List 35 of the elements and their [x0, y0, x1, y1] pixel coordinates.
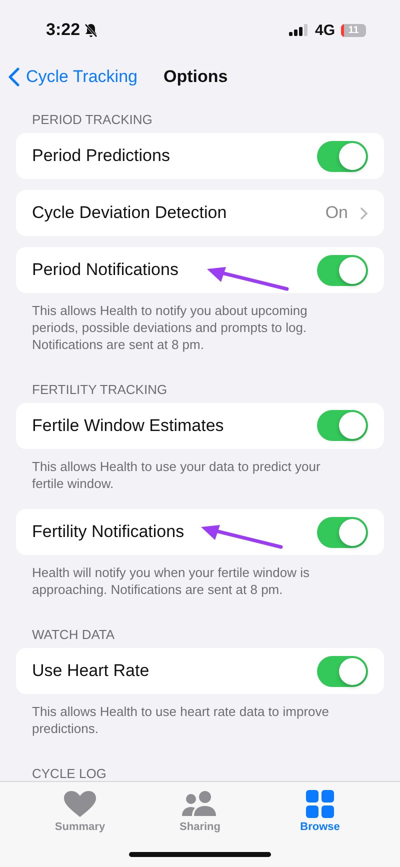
section-header: CYCLE LOG: [31, 766, 108, 784]
grid-icon: [306, 790, 334, 818]
section-header: WATCH DATA: [31, 627, 116, 644]
tab[interactable]: Browse: [275, 790, 365, 833]
heart-icon: [62, 790, 98, 818]
tab[interactable]: Sharing: [155, 790, 245, 833]
bell-muted-icon: [84, 22, 98, 38]
toggle-switch[interactable]: [317, 410, 368, 442]
section-footer: This allows Health to notify you about upcoming periods, possible deviations and prompts to log. Notifications are sent at 8 pm.: [16, 293, 384, 360]
row-label: Fertility Notifications: [32, 522, 184, 542]
toggle-switch[interactable]: [317, 516, 368, 548]
people-icon: [182, 790, 218, 818]
signal-icon: [288, 24, 309, 36]
row-label: Period Notifications: [32, 260, 178, 280]
section-header: FERTILITY TRACKING: [31, 382, 168, 399]
status-time: 3:22: [46, 20, 80, 40]
row-label: Use Heart Rate: [32, 661, 150, 682]
chevron-left-icon: [8, 67, 20, 87]
chevron-icon: [360, 206, 368, 220]
row-label: Period Predictions: [32, 146, 170, 166]
tab[interactable]: Summary: [35, 790, 125, 833]
toggle-switch[interactable]: [317, 656, 368, 687]
back-button[interactable]: Cycle Tracking: [8, 67, 138, 87]
section-footer: This allows Health to use your data to predict your fertile window.: [16, 448, 384, 498]
toggle-switch[interactable]: [317, 254, 368, 286]
row-label: Cycle Deviation Detection: [32, 203, 227, 223]
battery-icon: 11: [341, 24, 366, 36]
toggle-switch[interactable]: [317, 140, 368, 172]
page-title: Options: [163, 67, 228, 87]
row-label: Fertile Window Estimates: [32, 416, 224, 436]
section-footer: Health will notify you when your fertile window is approaching. Notifications are sent at 8 pm.: [16, 555, 384, 606]
network-label: 4G: [314, 22, 335, 38]
section-footer: This allows Health to use heart rate data to improve predictions.: [16, 694, 384, 744]
section-header: PERIOD TRACKING: [31, 112, 154, 129]
row-value: On: [325, 203, 348, 223]
